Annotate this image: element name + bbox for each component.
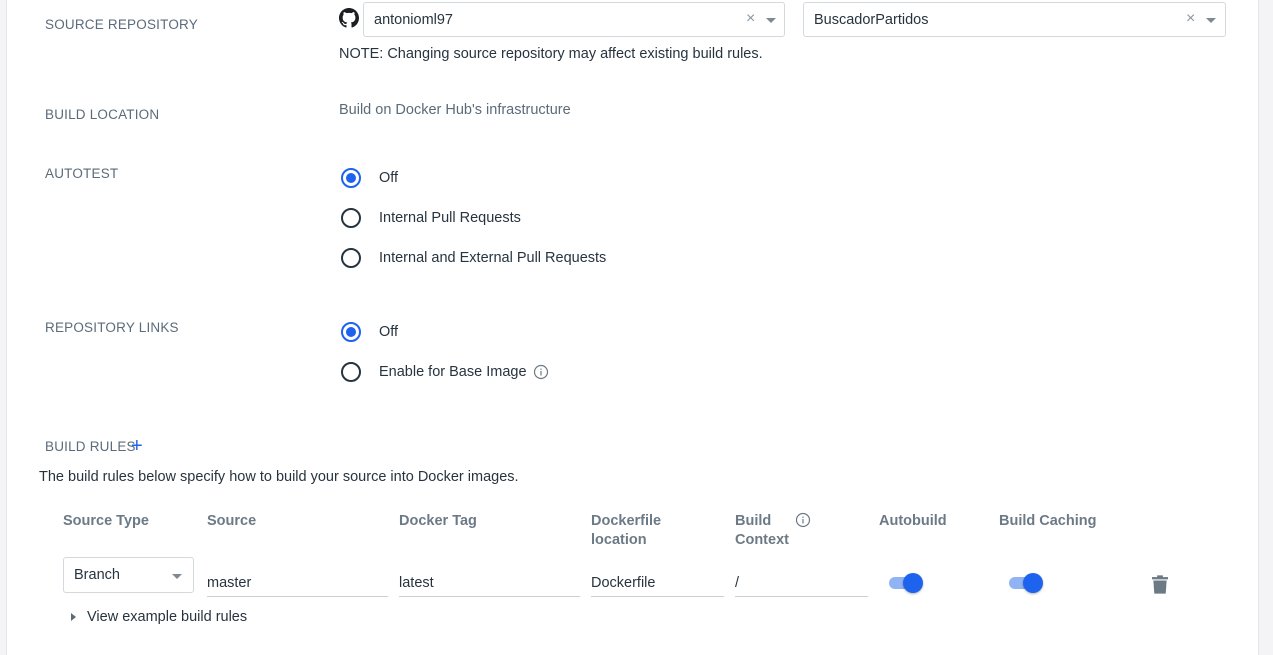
repository-links-base-image-label: Enable for Base Image bbox=[379, 364, 527, 380]
source-input[interactable] bbox=[207, 570, 388, 597]
repository-links-label: REPOSITORY LINKS bbox=[45, 320, 179, 335]
col-build-caching: Build Caching bbox=[999, 513, 1097, 529]
autotest-off-radio[interactable] bbox=[341, 168, 361, 188]
autotest-label: AUTOTEST bbox=[45, 166, 119, 181]
source-type-value: Branch bbox=[74, 567, 120, 583]
autotest-option-internal-external[interactable]: Internal and External Pull Requests bbox=[341, 247, 606, 269]
view-example-build-rules-label: View example build rules bbox=[87, 609, 248, 625]
col-build-context-line1: Build bbox=[735, 513, 772, 529]
repository-links-off-radio[interactable] bbox=[341, 322, 361, 342]
col-source: Source bbox=[207, 513, 257, 529]
organization-select[interactable]: antonioml97 × bbox=[363, 2, 785, 37]
col-docker-tag: Docker Tag bbox=[399, 513, 477, 529]
autotest-internal-radio[interactable] bbox=[341, 208, 361, 228]
col-dockerfile-location-line1: Dockerfile bbox=[591, 513, 662, 529]
delete-rule-trash-icon[interactable] bbox=[1152, 575, 1168, 594]
repository-select[interactable]: BuscadorPartidos × bbox=[803, 2, 1226, 37]
repository-chevron-down-icon[interactable] bbox=[1206, 18, 1216, 23]
organization-clear-icon[interactable]: × bbox=[746, 10, 755, 28]
source-repository-note: NOTE: Changing source repository may aff… bbox=[339, 46, 763, 62]
expand-triangle-icon bbox=[71, 613, 76, 621]
col-dockerfile-location-line2: location bbox=[591, 532, 647, 548]
col-dockerfile-location: Dockerfile location bbox=[591, 512, 661, 550]
autotest-option-off[interactable]: Off bbox=[341, 167, 398, 189]
autotest-internal-external-radio[interactable] bbox=[341, 248, 361, 268]
build-rules-description: The build rules below specify how to bui… bbox=[39, 469, 519, 485]
build-caching-toggle[interactable] bbox=[1007, 573, 1043, 593]
source-type-select[interactable]: Branch bbox=[63, 557, 194, 593]
build-location-value: Build on Docker Hub's infrastructure bbox=[339, 102, 571, 118]
col-build-context-line2: Context bbox=[735, 532, 789, 548]
dockerfile-location-input[interactable] bbox=[591, 570, 724, 597]
autotest-off-label: Off bbox=[379, 170, 399, 186]
col-build-context: Build Context bbox=[735, 512, 789, 550]
organization-value: antonioml97 bbox=[374, 11, 453, 28]
builds-config-panel: SOURCE REPOSITORY antonioml97 × Buscador… bbox=[6, 0, 1259, 655]
repository-clear-icon[interactable]: × bbox=[1186, 10, 1195, 28]
build-context-info-icon[interactable] bbox=[795, 512, 811, 528]
add-build-rule-plus-icon[interactable]: + bbox=[131, 436, 143, 456]
repository-links-off-label: Off bbox=[379, 324, 399, 340]
github-icon bbox=[339, 8, 359, 28]
autobuild-toggle[interactable] bbox=[887, 573, 923, 593]
source-repository-label: SOURCE REPOSITORY bbox=[45, 17, 198, 32]
autotest-option-internal[interactable]: Internal Pull Requests bbox=[341, 207, 521, 229]
docker-tag-input[interactable] bbox=[399, 570, 580, 597]
build-context-input[interactable] bbox=[735, 570, 868, 597]
repository-value: BuscadorPartidos bbox=[814, 11, 929, 28]
autotest-internal-external-label: Internal and External Pull Requests bbox=[379, 250, 607, 266]
info-icon[interactable] bbox=[533, 364, 549, 380]
repository-links-option-base-image[interactable]: Enable for Base Image bbox=[341, 361, 549, 383]
col-source-type: Source Type bbox=[63, 513, 149, 529]
repository-links-option-off[interactable]: Off bbox=[341, 321, 398, 343]
organization-chevron-down-icon[interactable] bbox=[766, 18, 776, 23]
build-location-label: BUILD LOCATION bbox=[45, 107, 160, 122]
source-type-chevron-down-icon[interactable] bbox=[172, 574, 182, 579]
repository-links-base-image-radio[interactable] bbox=[341, 362, 361, 382]
build-rules-label: BUILD RULES bbox=[45, 439, 136, 454]
autotest-internal-label: Internal Pull Requests bbox=[379, 210, 521, 226]
col-autobuild: Autobuild bbox=[879, 513, 947, 529]
view-example-build-rules-link[interactable]: View example build rules bbox=[71, 609, 247, 625]
